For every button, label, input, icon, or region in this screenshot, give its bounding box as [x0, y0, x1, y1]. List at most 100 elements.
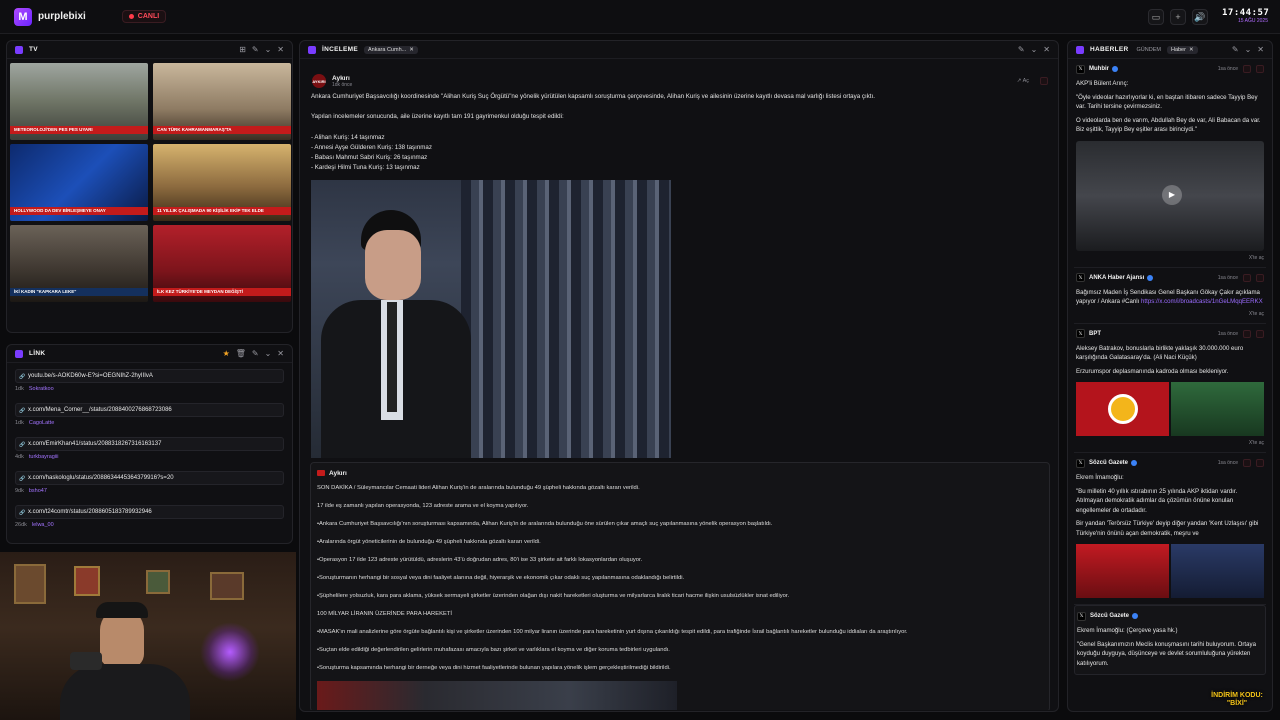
post-paragraph: Ankara Cumhuriyet Başsavcılığı koordines… — [311, 93, 875, 100]
chevron-down-icon[interactable]: ⌄ — [265, 349, 272, 358]
post-feed: AYKIRI Aykırı 1dk önce ↗ Aç Ankara Cumhu… — [306, 64, 1052, 710]
flag-icon[interactable] — [1243, 459, 1251, 467]
open-on-x-link[interactable]: X'te aç — [1076, 255, 1264, 261]
link-age: 4dk — [15, 454, 24, 460]
news-images[interactable] — [1076, 382, 1264, 436]
bookmark-icon[interactable] — [1256, 329, 1264, 338]
logo-icon: M — [14, 7, 32, 26]
quoted-post[interactable]: Aykırı SON DAKİKA / Süleymancılar Cemaat… — [310, 462, 1050, 710]
wall-frame — [74, 566, 100, 596]
chevron-down-icon[interactable]: ⌄ — [1245, 45, 1252, 54]
tab-gundem[interactable]: GÜNDEM — [1137, 47, 1161, 53]
bookmark-icon[interactable] — [1256, 459, 1264, 467]
chip-close-icon[interactable]: ✕ — [409, 47, 414, 53]
post-body: Ankara Cumhuriyet Başsavcılığı koordines… — [311, 92, 1052, 174]
flag-icon[interactable] — [1243, 65, 1251, 73]
link-user[interactable]: Sokratkoo — [29, 386, 54, 392]
link-user[interactable]: bsho47 — [29, 488, 47, 494]
flag-icon[interactable] — [1243, 273, 1251, 282]
link-url[interactable]: youtu.be/s-AOKD60w-E?si=OEGNIhZ-2hyIIIvA — [15, 369, 284, 383]
post-image[interactable] — [311, 180, 671, 458]
open-on-x-link[interactable]: X'te aç — [1076, 440, 1264, 446]
close-icon[interactable]: ✕ — [277, 45, 284, 54]
quoted-paragraph: •Operasyon 17 ilde 123 adreste yürütüldü… — [317, 557, 643, 563]
news-video[interactable]: ▶ — [1076, 140, 1264, 251]
news-source[interactable]: Sözcü Gazete — [1089, 460, 1128, 466]
flag-icon[interactable] — [1040, 77, 1048, 85]
close-icon[interactable]: ✕ — [277, 349, 284, 358]
close-icon[interactable]: ✕ — [1043, 45, 1050, 54]
purple-lamp — [200, 622, 260, 682]
bookmark-icon[interactable] — [1256, 65, 1264, 73]
chip-close-icon[interactable]: ✕ — [1189, 47, 1194, 53]
screen-icon[interactable]: ▭ — [1148, 9, 1164, 25]
link-url[interactable]: x.com/t24comtr/status/208860518378993294… — [15, 505, 284, 519]
edit-icon[interactable]: ✎ — [1232, 45, 1239, 54]
news-card[interactable]: 𝕏 ANKA Haber Ajansı 1sa önce Bağımsız Ma… — [1074, 268, 1266, 324]
news-source[interactable]: BPT — [1089, 331, 1101, 337]
news-text: Erzurumspor deplasmanında kadroda olması… — [1076, 367, 1229, 375]
news-link[interactable]: https://x.com/i/broadcasts/1nGeLMqqEERKX — [1141, 298, 1263, 305]
list-item[interactable]: x.com/Mena_Corner__/status/2088400276868… — [15, 403, 284, 437]
link-url[interactable]: x.com/EmirKhan41/status/2088318267316163… — [15, 437, 284, 451]
chevron-down-icon[interactable]: ⌄ — [1031, 45, 1038, 54]
news-time: 1sa önce — [1217, 330, 1238, 337]
list-item[interactable]: youtu.be/s-AOKD60w-E?si=OEGNIhZ-2hyIIIvA… — [15, 369, 284, 403]
link-user[interactable]: CagoLatte — [29, 420, 54, 426]
add-icon[interactable]: + — [1170, 9, 1186, 25]
app-logo[interactable]: M purplebixi — [14, 7, 86, 26]
news-source[interactable]: ANKA Haber Ajansı — [1089, 275, 1144, 281]
post-source[interactable]: Aykırı — [332, 75, 352, 82]
flag-icon[interactable] — [1243, 329, 1251, 338]
quoted-news-card[interactable]: 𝕏 Sözcü Gazete Ekrem İmamoğlu: (Çerçeve … — [1074, 605, 1266, 675]
news-card[interactable]: 𝕏 Sözcü Gazete 1sa önce Ekrem İmamoğlu: … — [1074, 453, 1266, 605]
star-icon[interactable]: ★ — [223, 349, 230, 358]
link-url[interactable]: x.com/haskologlu/status/2088634445364379… — [15, 471, 284, 485]
quoted-image[interactable] — [317, 681, 677, 710]
news-source[interactable]: Sözcü Gazete — [1090, 613, 1129, 619]
news-card[interactable]: 𝕏 BPT 1sa önce Aleksey Batrakov, bonusla… — [1074, 324, 1266, 453]
news-images[interactable] — [1076, 544, 1264, 598]
link-icon — [15, 349, 23, 358]
close-icon[interactable]: ✕ — [1257, 45, 1264, 54]
link-user[interactable]: turkbayragiii — [29, 454, 59, 460]
link-panel-header: LİNK ★ 🗑 ✎ ⌄ ✕ — [7, 345, 292, 363]
tv-panel-header: TV ⊞ ✎ ⌄ ✕ — [7, 41, 292, 59]
edit-icon[interactable]: ✎ — [1018, 45, 1025, 54]
list-item[interactable]: x.com/t24comtr/status/208860518378993294… — [15, 505, 284, 539]
link-panel: LİNK ★ 🗑 ✎ ⌄ ✕ youtu.be/s-AOKD60w-E?si=O… — [6, 344, 293, 544]
verified-icon — [1112, 66, 1118, 72]
open-link[interactable]: ↗ Aç — [1017, 78, 1029, 84]
link-url[interactable]: x.com/Mena_Corner__/status/2088400276868… — [15, 403, 284, 417]
quoted-source[interactable]: Aykırı — [329, 470, 347, 477]
tv-channel-4[interactable]: 11 YILLIK ÇALIŞMADA 90 KİŞİLİK EKİP TEK … — [153, 144, 291, 221]
tv-channel-3[interactable]: HOLLYWOOD DA DEV BİRLEŞMEYE ONAY — [10, 144, 148, 221]
bookmark-icon[interactable] — [1256, 273, 1264, 282]
news-text: Aleksey Batrakov, bonuslarla birlikte ya… — [1076, 344, 1244, 362]
volume-icon[interactable]: 🔊 — [1192, 9, 1208, 25]
grid-icon[interactable]: ⊞ — [239, 45, 246, 54]
tv-ticker: HOLLYWOOD DA DEV BİRLEŞMEYE ONAY — [10, 207, 148, 215]
source-flag-icon — [317, 470, 325, 476]
news-source[interactable]: Muhbir — [1089, 66, 1109, 72]
list-item[interactable]: x.com/haskologlu/status/2088634445364379… — [15, 471, 284, 505]
edit-icon[interactable]: ✎ — [252, 45, 259, 54]
quoted-paragraph: SON DAKİKA / Süleymancılar Cemaati lider… — [317, 485, 640, 491]
avatar[interactable]: AYKIRI — [312, 74, 326, 88]
filter-chip[interactable]: Ankara Cumh... ✕ — [364, 45, 418, 54]
tv-channel-6[interactable]: İLK KEZ TÜRKİYE'DE MEYDAN DEĞİŞTİ — [153, 225, 291, 302]
news-card[interactable]: 𝕏 Muhbir 1sa önce AKP'li Bülent Arınç: "… — [1074, 59, 1266, 268]
open-on-x-link[interactable]: X'te aç — [1076, 311, 1264, 317]
play-icon[interactable]: ▶ — [1162, 184, 1182, 205]
live-badge: CANLI — [121, 10, 167, 23]
tv-ticker: İLK KEZ TÜRKİYE'DE MEYDAN DEĞİŞTİ — [153, 288, 291, 296]
trash-icon[interactable]: 🗑 — [236, 349, 246, 358]
tv-channel-1[interactable]: METEOROLOJİ'DEN PES PES UYARI — [10, 63, 148, 140]
tv-channel-5[interactable]: İKİ KADIN "KAPKARA LEKE" — [10, 225, 148, 302]
list-item[interactable]: x.com/EmirKhan41/status/2088318267316163… — [15, 437, 284, 471]
edit-icon[interactable]: ✎ — [252, 349, 259, 358]
tv-channel-2[interactable]: CAN TÜRK KAHRAMANMARAŞ'TA — [153, 63, 291, 140]
filter-chip[interactable]: Haber ✕ — [1166, 45, 1198, 54]
chevron-down-icon[interactable]: ⌄ — [265, 45, 272, 54]
link-user[interactable]: lelwa_00 — [32, 522, 54, 528]
